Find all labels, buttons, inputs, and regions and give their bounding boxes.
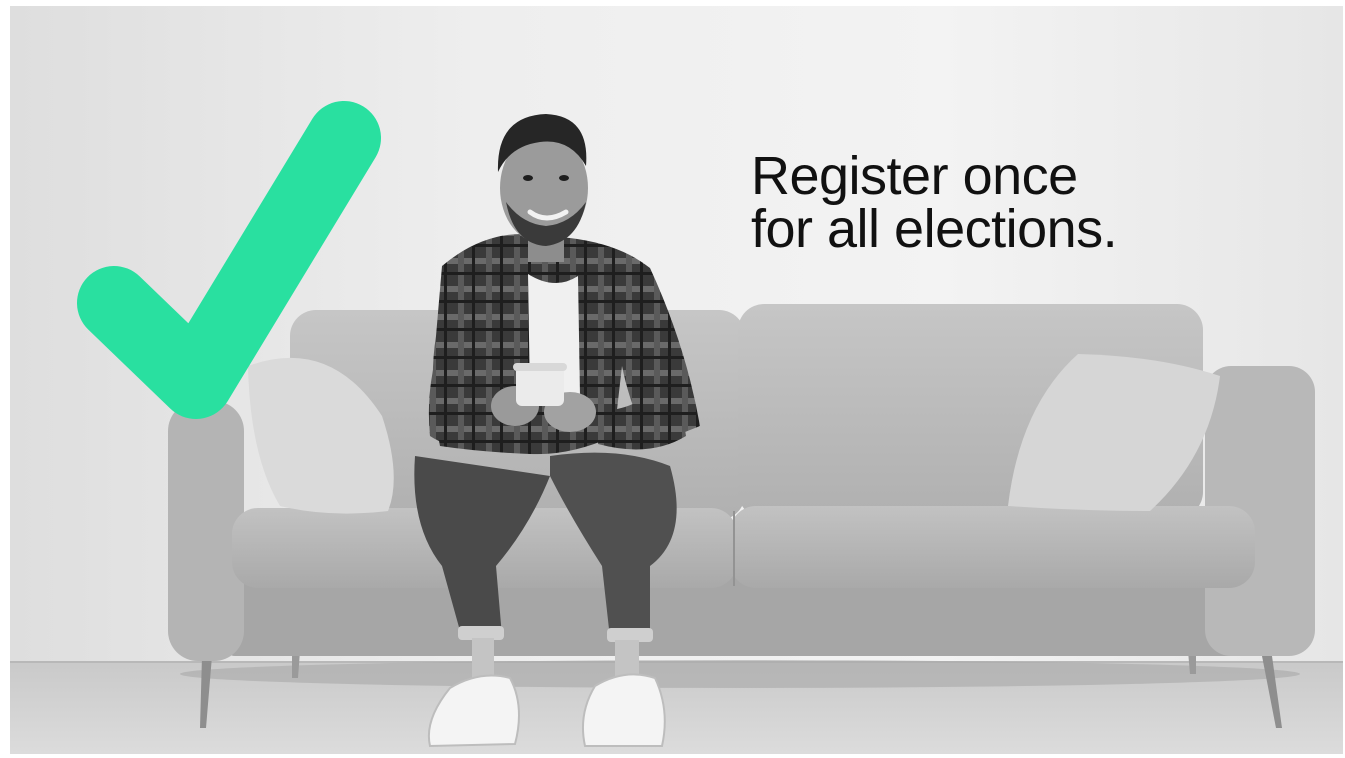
headline-line-1: Register once xyxy=(751,146,1078,206)
headline: Register once for all elections. xyxy=(751,146,1118,259)
headline-line-2: for all elections. xyxy=(751,199,1118,259)
photo-background xyxy=(10,6,1343,754)
ad-banner: Register once for all elections. xyxy=(0,0,1345,758)
